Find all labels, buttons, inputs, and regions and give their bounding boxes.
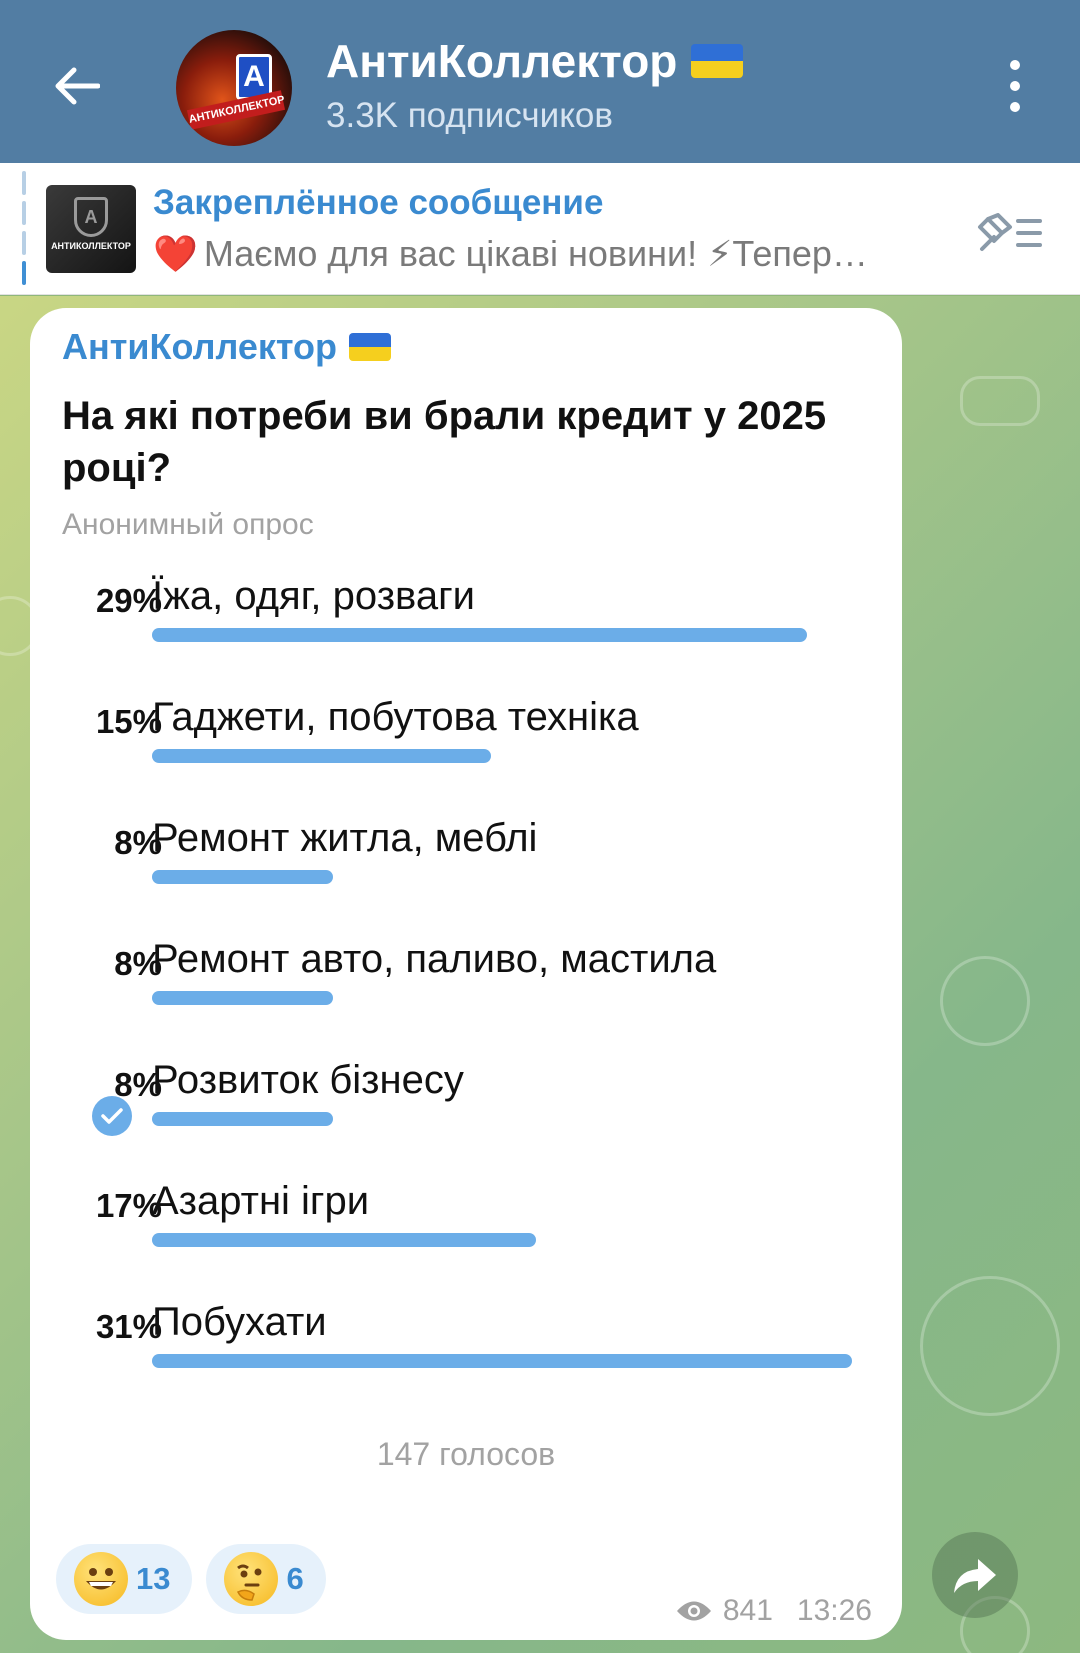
reaction-thinking[interactable]: 6: [206, 1544, 326, 1614]
option-result-bar: [152, 1112, 333, 1126]
poll-option[interactable]: 17% Азартні ігри: [30, 1175, 902, 1285]
thinking-face-emoji: [224, 1552, 279, 1606]
reactions-row: 13 6: [56, 1544, 326, 1614]
option-label: Азартні ігри: [152, 1179, 370, 1223]
more-vertical-icon: [1010, 60, 1020, 70]
vote-count[interactable]: 147 голосов: [30, 1436, 902, 1473]
option-label: Побухати: [152, 1300, 327, 1344]
pinned-title: Закреплённое сообщение: [153, 183, 604, 222]
pinned-message-bar[interactable]: A АНТИКОЛЛЕКТОР Закреплённое сообщение ❤…: [0, 163, 1080, 295]
subscriber-count: 3.3K подписчиков: [326, 96, 613, 135]
poll-option[interactable]: 15% Гаджети, побутова техніка: [30, 691, 902, 801]
option-label: Гаджети, побутова техніка: [152, 695, 639, 739]
ukraine-flag-icon: [691, 44, 744, 78]
pinned-list-icon: [978, 213, 1042, 251]
poll-option[interactable]: 31% Побухати: [30, 1296, 902, 1406]
option-result-bar: [152, 749, 491, 763]
poll-option[interactable]: 8% Ремонт авто, паливо, мастила: [30, 933, 902, 1043]
option-result-bar: [152, 628, 807, 642]
option-result-bar: [152, 1354, 852, 1368]
pinned-text-content: Маємо для вас цікаві новини! ⚡Тепер…: [203, 233, 868, 274]
chat-header: A АНТИКОЛЛЕКТОР АнтиКоллектор 3.3K подпи…: [0, 0, 1080, 163]
message-author[interactable]: АнтиКоллектор: [62, 326, 392, 368]
poll-option[interactable]: 8% Розвиток бізнесу: [30, 1054, 902, 1164]
view-count: 841: [722, 1594, 773, 1627]
pinned-indicator: [22, 171, 26, 285]
eye-icon: [676, 1601, 711, 1621]
pinned-text: ❤️ Маємо для вас цікаві новини! ⚡Тепер…: [153, 233, 953, 275]
author-name: АнтиКоллектор: [62, 326, 338, 367]
arrow-left-icon: [55, 67, 100, 105]
poll-type-label: Анонимный опрос: [62, 508, 314, 541]
reaction-count: 13: [136, 1561, 171, 1596]
pinned-thumbnail: A АНТИКОЛЛЕКТОР: [46, 185, 136, 273]
option-label: Їжа, одяг, розваги: [152, 574, 476, 618]
more-menu-button[interactable]: [1000, 60, 1030, 112]
poll-question: На які потреби ви брали кредит у 2025 ро…: [62, 394, 827, 490]
shield-icon: A: [74, 197, 108, 237]
share-arrow-icon: [954, 1559, 996, 1593]
pinned-list-button[interactable]: [974, 211, 1046, 255]
poll-message: АнтиКоллектор На які потреби ви брали кр…: [30, 308, 902, 1640]
channel-avatar[interactable]: A АНТИКОЛЛЕКТОР: [176, 30, 292, 146]
option-result-bar: [152, 991, 333, 1005]
message-time: 13:26: [796, 1594, 872, 1627]
grinning-face-emoji: [74, 1552, 128, 1606]
channel-title[interactable]: АнтиКоллектор: [326, 34, 744, 88]
poll-option[interactable]: 29% Їжа, одяг, розваги: [30, 570, 902, 680]
chosen-check-icon: [92, 1096, 132, 1136]
option-label: Ремонт житла, меблі: [152, 816, 538, 860]
option-label: Розвиток бізнесу: [152, 1058, 464, 1102]
reaction-count: 6: [286, 1561, 304, 1596]
channel-name: АнтиКоллектор: [326, 35, 678, 87]
option-result-bar: [152, 1233, 536, 1247]
reaction-grinning[interactable]: 13: [56, 1544, 193, 1614]
ukraine-flag-icon: [349, 333, 392, 361]
heart-emoji: ❤️: [153, 233, 198, 274]
option-result-bar: [152, 870, 333, 884]
share-button[interactable]: [932, 1532, 1018, 1618]
option-label: Ремонт авто, паливо, мастила: [152, 937, 717, 981]
message-meta: 841 13:26: [675, 1594, 872, 1628]
poll-option[interactable]: 8% Ремонт житла, меблі: [30, 812, 902, 922]
back-button[interactable]: [46, 56, 106, 116]
thumbnail-label: АНТИКОЛЛЕКТОР: [51, 241, 131, 251]
